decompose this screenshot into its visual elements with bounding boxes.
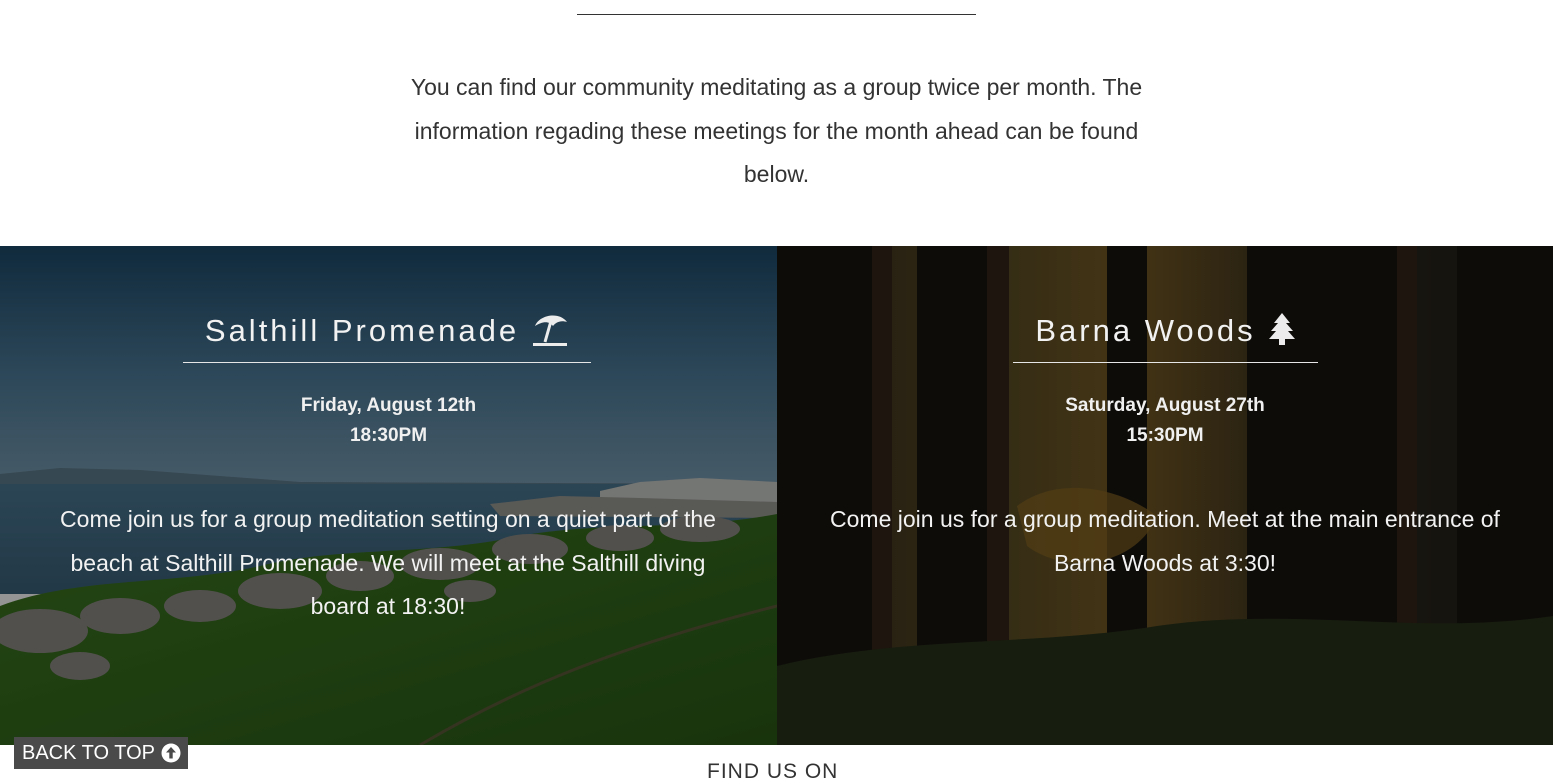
intro-text: You can find our community meditating as… [410,74,1143,187]
meeting-title: Barna Woods [1013,312,1318,363]
meeting-datetime: Friday, August 12th 18:30PM [0,391,777,451]
back-to-top-button[interactable]: BACK TO TOP [14,737,188,769]
meeting-date: Saturday, August 27th [1065,395,1265,416]
back-to-top-label: BACK TO TOP [22,742,156,764]
meeting-card-salthill: Salthill Promenade Friday, August 12th 1… [0,246,777,745]
arrow-up-circle-icon [161,743,181,763]
meeting-time: 15:30PM [1126,425,1204,446]
section-divider [577,14,976,15]
meeting-title-text: Barna Woods [1035,313,1256,348]
meetings-section: Salthill Promenade Friday, August 12th 1… [0,246,1553,745]
meeting-description: Come join us for a group meditation sett… [60,506,716,619]
beach-umbrella-icon [531,312,569,346]
meeting-card-barna: Barna Woods Saturday, August 27th 15:30P… [777,246,1553,745]
tree-icon [1268,312,1296,346]
meeting-title: Salthill Promenade [183,312,591,363]
meeting-date: Friday, August 12th [300,395,477,416]
meeting-description: Come join us for a group meditation. Mee… [830,506,1500,576]
meeting-title-text: Salthill Promenade [204,313,520,348]
meeting-datetime: Saturday, August 27th 15:30PM [777,391,1553,451]
find-us-heading: FIND US ON [707,760,839,783]
meeting-time: 18:30PM [349,425,428,446]
